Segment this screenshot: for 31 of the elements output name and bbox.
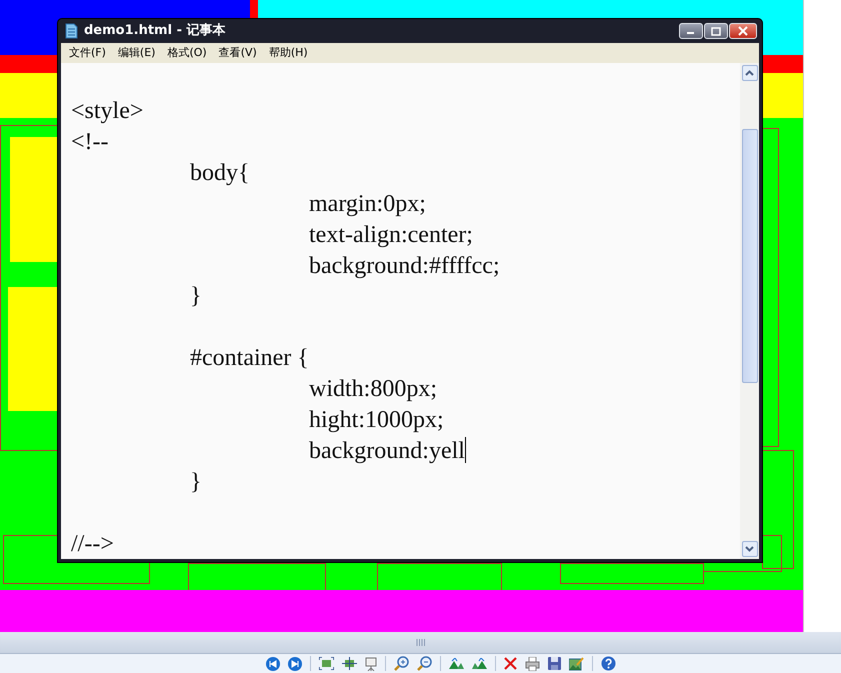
scroll-thumb[interactable] (742, 129, 758, 383)
rotate-right-icon[interactable] (472, 658, 486, 669)
grip-icon (416, 639, 426, 646)
scroll-up-button[interactable] (742, 65, 758, 81)
maximize-icon (711, 26, 721, 36)
actual-size-icon[interactable] (342, 657, 356, 670)
menu-item[interactable]: 帮助(H) (262, 44, 314, 62)
close-icon (738, 26, 748, 36)
zoom-out-icon[interactable] (416, 656, 432, 671)
vertical-scrollbar[interactable] (740, 63, 759, 559)
menu-item[interactable]: 编辑(E) (112, 44, 162, 62)
help-icon[interactable] (600, 656, 616, 671)
save-icon[interactable] (548, 657, 560, 670)
delete-icon[interactable] (504, 657, 516, 670)
fit-window-icon[interactable] (318, 657, 334, 670)
close-button[interactable] (729, 23, 757, 39)
menu-item[interactable]: 格式(O) (161, 44, 213, 62)
notepad-icon (64, 23, 78, 39)
menu-item[interactable]: 文件(F) (63, 44, 112, 62)
menu-item[interactable]: 查看(V) (212, 44, 263, 62)
scroll-down-button[interactable] (742, 541, 758, 557)
previous-icon[interactable] (266, 656, 280, 670)
zoom-in-icon[interactable] (394, 656, 408, 671)
rotate-left-icon[interactable] (448, 658, 464, 669)
window-title: demo1.html - 记事本 (84, 22, 226, 40)
minimize-button[interactable] (679, 23, 703, 39)
slideshow-icon[interactable] (364, 656, 376, 670)
maximize-button[interactable] (704, 23, 728, 39)
next-icon[interactable] (288, 656, 302, 670)
edit-picture-icon[interactable] (568, 656, 584, 670)
print-icon[interactable] (524, 656, 540, 670)
